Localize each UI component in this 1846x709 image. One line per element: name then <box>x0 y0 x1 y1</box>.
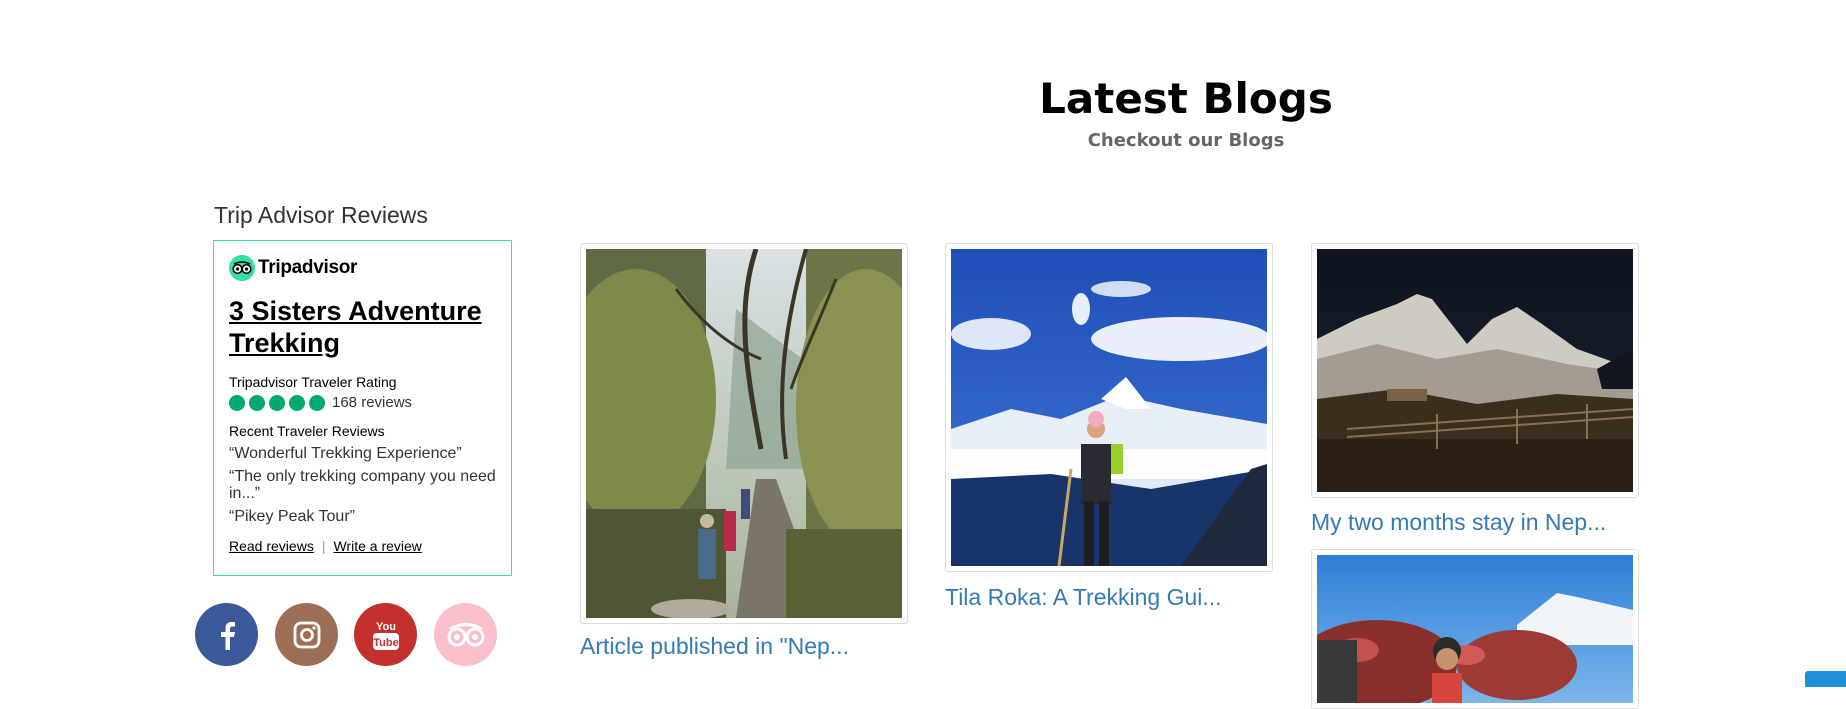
facebook-button[interactable] <box>195 603 258 666</box>
rating-bubble <box>269 394 285 411</box>
forest-trail-photo <box>586 249 902 618</box>
latest-blogs-subtitle-text: Checkout our Blogs <box>1087 130 1285 151</box>
tripadvisor-logo-text: Tripadvisor <box>258 257 358 278</box>
rating-row: 168 reviews <box>229 394 496 411</box>
youtube-button[interactable]: You Tube <box>354 603 417 666</box>
blog-image-2[interactable] <box>945 243 1273 572</box>
blog-image-4[interactable] <box>1311 549 1639 709</box>
recent-reviews-label: Recent Traveler Reviews <box>229 423 385 439</box>
rhododendron-people-photo <box>1317 555 1633 703</box>
read-reviews-link[interactable]: Read reviews <box>229 538 314 554</box>
annapurna-night-photo <box>1317 249 1633 492</box>
tripadvisor-owl-icon <box>229 255 255 281</box>
svg-text:Tube: Tube <box>373 637 398 649</box>
rating-bubble <box>289 394 305 411</box>
write-review-link[interactable]: Write a review <box>333 538 421 554</box>
review-quote-2[interactable]: “The only trekking company you need in..… <box>229 468 496 502</box>
latest-blogs-title-text: Latest Blogs <box>1039 74 1333 123</box>
tripadvisor-button[interactable] <box>434 603 497 666</box>
blog-image-3[interactable] <box>1311 243 1639 498</box>
link-separator: | <box>321 538 326 554</box>
blog-title-1[interactable]: Article published in "Nep... <box>580 633 849 660</box>
instagram-button[interactable] <box>275 603 338 666</box>
mountain-trekker-photo <box>951 249 1267 566</box>
svg-text:You: You <box>376 621 396 633</box>
tripadvisor-icon <box>447 622 484 646</box>
rating-bubble <box>229 394 245 411</box>
business-name-link[interactable]: 3 Sisters Adventure Trekking <box>229 295 496 359</box>
instagram-icon <box>293 621 320 648</box>
rating-bubble <box>309 394 325 411</box>
latest-blogs-title: Latest Blogs <box>0 74 1846 123</box>
review-links: Read reviews | Write a review <box>229 538 496 554</box>
review-quote-1[interactable]: “Wonderful Trekking Experience” <box>229 445 496 462</box>
latest-blogs-subtitle: Checkout our Blogs <box>0 130 1846 151</box>
rating-bubble <box>249 394 265 411</box>
tripadvisor-logo[interactable]: Tripadvisor <box>229 255 496 281</box>
blog-title-3[interactable]: My two months stay in Nep... <box>1311 509 1606 536</box>
tripadvisor-widget: Tripadvisor 3 Sisters Adventure Trekking… <box>213 240 512 576</box>
rating-label: Tripadvisor Traveler Rating <box>229 374 397 390</box>
scroll-to-top-button[interactable] <box>1805 671 1846 687</box>
blog-image-1[interactable] <box>580 243 908 624</box>
blog-title-2[interactable]: Tila Roka: A Trekking Gui... <box>945 584 1222 611</box>
tripadvisor-heading: Trip Advisor Reviews <box>214 202 428 228</box>
review-quote-3[interactable]: “Pikey Peak Tour” <box>229 508 496 525</box>
facebook-icon <box>220 621 235 650</box>
review-count: 168 reviews <box>332 394 413 411</box>
youtube-icon: You Tube <box>372 621 399 650</box>
